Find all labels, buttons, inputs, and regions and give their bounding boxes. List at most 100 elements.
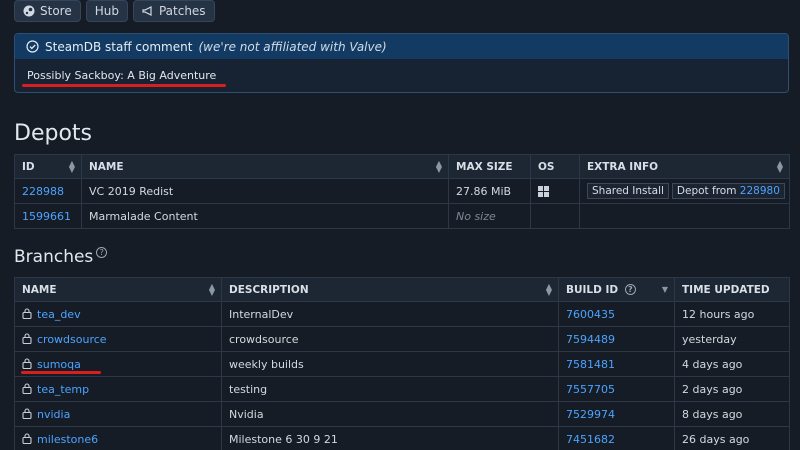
depot-id-link[interactable]: 228988: [22, 185, 64, 198]
staff-comment-text: Possibly Sackboy: A Big Adventure: [27, 69, 217, 82]
branches-table: NAME ▲ ▼ DESCRIPTION ▲ ▼ BUILD ID ? ▼ TIME UP…: [14, 277, 790, 450]
col-name[interactable]: NAME ▲ ▼: [81, 154, 449, 179]
col-os[interactable]: OS: [530, 154, 580, 179]
col-description-label: DESCRIPTION: [229, 283, 309, 296]
col-branch-name[interactable]: NAME ▲ ▼: [14, 277, 222, 302]
branch-name-link[interactable]: milestone6: [37, 433, 98, 446]
depot-from-tag: Depot from 228980: [671, 183, 785, 199]
branch-description: crowdsource: [221, 326, 559, 352]
lock-icon: [22, 307, 32, 319]
top-nav: Store Hub Patches: [14, 0, 215, 22]
time-updated: 4 days ago: [674, 351, 790, 377]
branch-name-cell: nvidia: [14, 401, 222, 427]
table-row: tea_temp testing 7557705 2 days ago: [14, 376, 790, 402]
check-circle-icon: [26, 40, 39, 53]
sort-icon: ▲ ▼: [435, 158, 442, 174]
col-max-size-label: MAX SIZE: [456, 160, 513, 173]
depot-size: 27.86 MiB: [448, 178, 531, 204]
col-description[interactable]: DESCRIPTION ▲ ▼: [221, 277, 559, 302]
store-button[interactable]: Store: [14, 0, 81, 22]
depots-heading: Depots: [14, 121, 92, 146]
sort-icon: ▲ ▼: [68, 158, 75, 174]
time-updated: 26 days ago: [674, 426, 790, 450]
col-time-updated-label: TIME UPDATED: [682, 283, 770, 296]
lock-icon: [22, 432, 32, 444]
depot-extra-info: [579, 203, 790, 229]
time-updated: 12 hours ago: [674, 301, 790, 327]
branch-description: weekly builds: [221, 351, 559, 377]
col-id-label: ID: [22, 160, 35, 173]
branch-name-link[interactable]: nvidia: [37, 408, 70, 421]
megaphone-icon: [142, 6, 152, 16]
col-extra-info[interactable]: EXTRA INFO ▲ ▼: [579, 154, 790, 179]
sort-icon: ▲ ▼: [776, 158, 783, 174]
col-branch-name-label: NAME: [22, 283, 57, 296]
col-max-size[interactable]: MAX SIZE: [448, 154, 531, 179]
branch-description: InternalDev: [221, 301, 559, 327]
time-updated: yesterday: [674, 326, 790, 352]
depot-from-link[interactable]: 228980: [740, 185, 780, 197]
build-id-link[interactable]: 7557705: [566, 383, 615, 396]
table-row: nvidia Nvidia 7529974 8 days ago: [14, 401, 790, 427]
table-row: milestone6 Milestone 6 30 9 21 7451682 26 d…: [14, 426, 790, 450]
col-build-id-label: BUILD ID: [566, 283, 619, 296]
col-time-updated[interactable]: TIME UPDATED: [674, 277, 790, 302]
patches-label: Patches: [158, 4, 206, 18]
shared-install-tag: Shared Install: [587, 183, 669, 199]
depot-os: [530, 203, 580, 229]
branch-name-link[interactable]: crowdsource: [37, 333, 107, 346]
windows-icon: [538, 186, 549, 197]
branch-name-cell: crowdsource: [14, 326, 222, 352]
build-id-link[interactable]: 7581481: [566, 358, 615, 371]
col-name-label: NAME: [89, 160, 124, 173]
branches-heading-text: Branches: [14, 247, 94, 267]
staff-comment-header: SteamDB staff comment (we're not affilia…: [15, 34, 788, 59]
depot-name: VC 2019 Redist: [81, 178, 449, 204]
lock-icon: [22, 332, 32, 344]
build-id-link[interactable]: 7451682: [566, 433, 615, 446]
time-updated: 2 days ago: [674, 376, 790, 402]
sort-icon: ▲ ▼: [545, 281, 552, 297]
help-icon[interactable]: ?: [624, 284, 636, 295]
col-extra-info-label: EXTRA INFO: [587, 160, 659, 173]
staff-comment-title: SteamDB staff comment: [45, 39, 193, 54]
branch-name-link[interactable]: tea_temp: [37, 383, 89, 396]
table-row: sumoqa weekly builds 7581481 4 days ago: [14, 351, 790, 377]
highlight-underline: [21, 371, 101, 374]
depot-os: [530, 178, 580, 204]
patches-button[interactable]: Patches: [132, 0, 215, 22]
lock-icon: [22, 382, 32, 394]
sort-icon: ▲ ▼: [208, 281, 215, 297]
lock-icon: [22, 407, 32, 419]
sort-desc-icon: ▼: [661, 284, 668, 294]
col-id[interactable]: ID ▲ ▼: [14, 154, 82, 179]
table-row: 228988 VC 2019 Redist 27.86 MiB Shared I…: [14, 178, 790, 204]
depot-name: Marmalade Content: [81, 203, 449, 229]
depots-table: ID ▲ ▼ NAME ▲ ▼ MAX SIZE OS EXTRA INFO ▲ ▼ 228…: [14, 154, 790, 229]
branch-description: Milestone 6 30 9 21: [221, 426, 559, 450]
highlight-underline: [22, 84, 226, 87]
col-build-id[interactable]: BUILD ID ? ▼: [558, 277, 675, 302]
build-id-link[interactable]: 7594489: [566, 333, 615, 346]
help-icon[interactable]: ?: [96, 247, 108, 259]
store-label: Store: [40, 4, 72, 18]
table-row: 1599661 Marmalade Content No size: [14, 203, 790, 229]
branch-name-cell: tea_dev: [14, 301, 222, 327]
branch-name-cell: milestone6: [14, 426, 222, 450]
branch-name-link[interactable]: tea_dev: [37, 308, 81, 321]
branch-name-cell: tea_temp: [14, 376, 222, 402]
staff-comment-note: (we're not affiliated with Valve): [198, 39, 387, 54]
staff-comment-body: Possibly Sackboy: A Big Adventure: [15, 59, 788, 92]
lock-icon: [22, 357, 32, 369]
branches-header-row: NAME ▲ ▼ DESCRIPTION ▲ ▼ BUILD ID ? ▼ TIME UP…: [14, 277, 790, 302]
table-row: crowdsource crowdsource 7594489 yesterday: [14, 326, 790, 352]
branch-name-link[interactable]: sumoqa: [37, 358, 81, 371]
depot-id-link[interactable]: 1599661: [22, 210, 71, 223]
col-os-label: OS: [538, 160, 555, 173]
depot-size: No size: [448, 203, 531, 229]
hub-button[interactable]: Hub: [85, 0, 128, 22]
build-id-link[interactable]: 7529974: [566, 408, 615, 421]
hub-label: Hub: [94, 4, 119, 18]
depot-extra-info: Shared Install Depot from 228980: [579, 178, 790, 204]
build-id-link[interactable]: 7600435: [566, 308, 615, 321]
